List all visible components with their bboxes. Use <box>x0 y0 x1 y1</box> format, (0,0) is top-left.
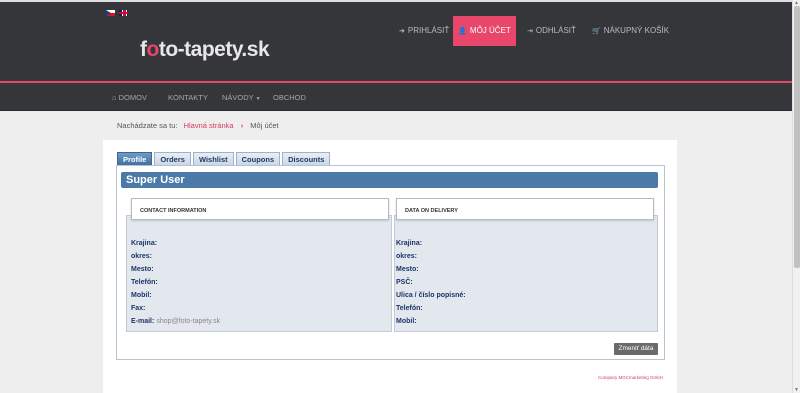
site-logo[interactable]: foto-tapety.sk <box>140 38 270 62</box>
header-bar: foto-tapety.sk ➜ PRIHLÁSIŤ 👤 MÔJ ÚČET ⇥ ODH… <box>0 0 792 83</box>
field-row: Krajina: <box>131 240 158 247</box>
vertical-scrollbar[interactable]: ▲ ▼ <box>792 0 800 393</box>
field-row: PSČ: <box>396 279 413 286</box>
delivery-fields: Krajina: okres: Mesto: PSČ: Ulica / čísl… <box>396 239 468 330</box>
tab-orders[interactable]: Orders <box>154 152 191 166</box>
field-row: Ulica / číslo popisné: <box>396 292 466 299</box>
login-link[interactable]: ➜ PRIHLÁSIŤ <box>399 16 449 46</box>
my-account-link[interactable]: 👤 MÔJ ÚČET <box>453 16 516 46</box>
nav-item-shop[interactable]: OBCHOD <box>273 93 306 102</box>
user-name-title: Super User <box>121 172 658 188</box>
logout-icon: ⇥ <box>527 28 533 35</box>
field-row: Telefón: <box>396 305 423 312</box>
field-row: E-mail: shop@foto-tapety.sk <box>131 318 221 325</box>
nav-item-home[interactable]: ⌂ DOMOV <box>112 93 147 102</box>
tab-coupons[interactable]: Coupons <box>235 152 281 166</box>
field-row: okres: <box>131 253 153 260</box>
tab-wishlist[interactable]: Wishlist <box>192 152 234 166</box>
user-icon: 👤 <box>458 28 467 35</box>
field-row: Mobil: <box>396 318 417 325</box>
login-icon: ➜ <box>399 28 405 35</box>
footer-company-note: Company MGCmarketing GmbH <box>598 375 664 380</box>
cart-icon: 🛒 <box>592 28 601 35</box>
field-row: Mesto: <box>396 266 419 273</box>
breadcrumb: Nachádzate sa tu: Hlavná stránka › Môj ú… <box>117 121 279 130</box>
nav-item-contacts[interactable]: KONTAKTY <box>168 93 208 102</box>
tab-profile[interactable]: Profile <box>117 152 153 166</box>
account-tabs: Profile Orders Wishlist Coupons Discount… <box>117 152 331 166</box>
main-navigation: ⌂ DOMOV KONTAKTY NÁVODY ▼ OBCHOD <box>0 83 792 111</box>
uk-flag-icon[interactable] <box>119 10 128 16</box>
email-value: shop@foto-tapety.sk <box>156 318 221 325</box>
home-icon: ⌂ <box>112 93 117 102</box>
contact-info-heading: CONTACT INFORMATION <box>131 198 389 220</box>
cart-link[interactable]: 🛒 NÁKUPNÝ KOŠÍK <box>592 16 669 46</box>
scroll-down-icon[interactable]: ▼ <box>794 387 799 393</box>
nav-item-guides[interactable]: NÁVODY ▼ <box>222 93 261 102</box>
field-row: Mesto: <box>131 266 154 273</box>
change-data-button[interactable]: Zmeniť dáta <box>614 343 658 355</box>
breadcrumb-home-link[interactable]: Hlavná stránka <box>184 121 234 130</box>
scroll-thumb[interactable] <box>794 6 800 268</box>
logout-link[interactable]: ⇥ ODHLÁSIŤ <box>527 16 576 46</box>
caret-down-icon: ▼ <box>255 96 261 102</box>
language-flags <box>106 10 128 16</box>
chevron-right-icon: › <box>240 121 244 130</box>
tab-discounts[interactable]: Discounts <box>282 152 331 166</box>
breadcrumb-current: Môj účet <box>250 121 279 130</box>
field-row: Telefón: <box>131 279 158 286</box>
field-row: Krajina: <box>396 240 423 247</box>
field-row: okres: <box>396 253 418 260</box>
contact-fields: Krajina: okres: Mesto: Telefón: Mobil: F… <box>131 239 220 330</box>
delivery-info-heading: DATA ON DELIVERY <box>396 198 654 220</box>
cz-flag-icon[interactable] <box>106 10 115 16</box>
field-row: Fax: <box>131 305 146 312</box>
field-row: Mobil: <box>131 292 152 299</box>
